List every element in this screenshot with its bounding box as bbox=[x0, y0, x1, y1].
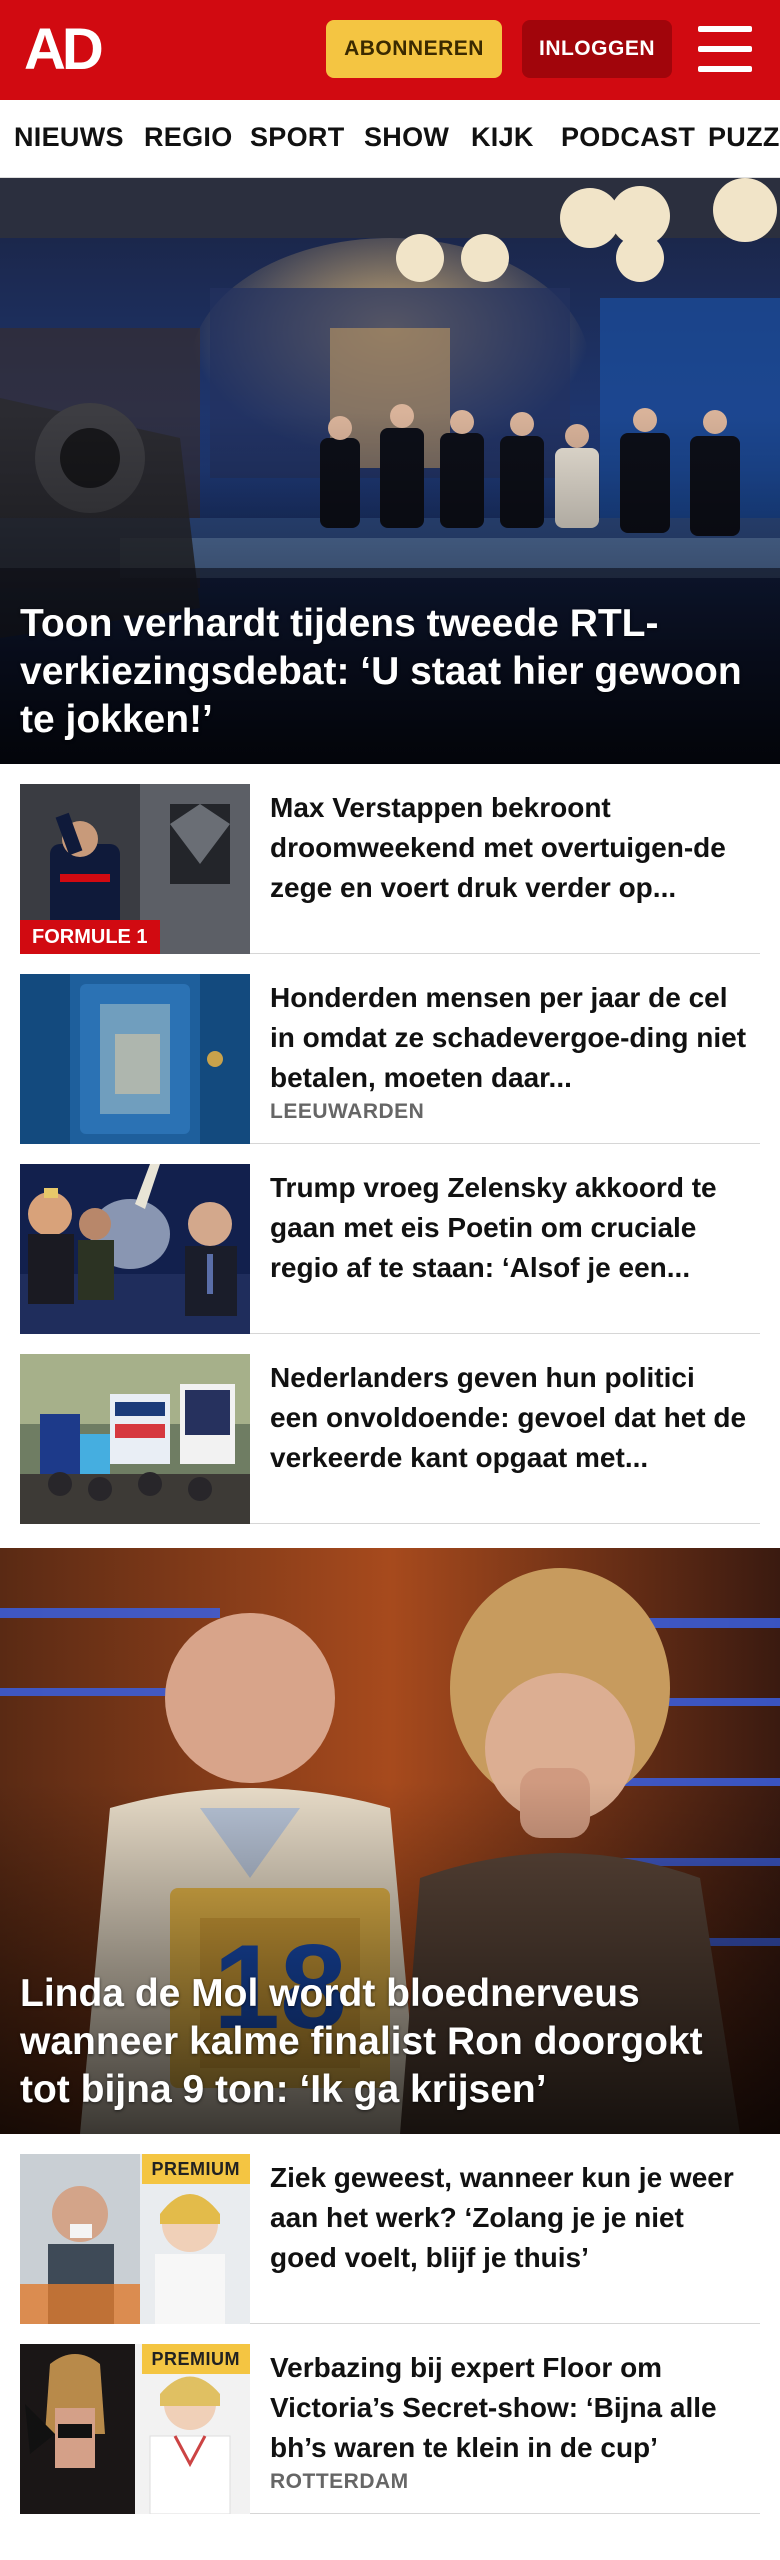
nav-item-sport[interactable]: SPORT bbox=[250, 122, 345, 153]
subscribe-button[interactable]: ABONNEREN bbox=[326, 20, 502, 78]
article-thumbnail: FORMULE 1 bbox=[20, 784, 250, 954]
hamburger-menu-icon[interactable] bbox=[698, 26, 752, 72]
hero-article-linda[interactable]: 18 Linda de Mol wordt bloednerveus wanne… bbox=[0, 1548, 780, 2134]
hero-article-debate[interactable]: Toon verhardt tijdens tweede RTL-verkiez… bbox=[0, 178, 780, 764]
section-nav: NIEUWS REGIO SPORT SHOW KIJK PODCAST PUZ… bbox=[0, 100, 780, 178]
top-header: AD ABONNEREN INLOGGEN bbox=[0, 0, 780, 100]
ad-logo[interactable]: AD bbox=[24, 21, 116, 79]
article-card[interactable]: FORMULE 1 Max Verstappen bekroont droomw… bbox=[20, 764, 760, 954]
article-thumbnail: PREMIUM bbox=[20, 2154, 250, 2324]
article-thumbnail bbox=[20, 1354, 250, 1524]
article-card[interactable]: Trump vroeg Zelensky akkoord te gaan met… bbox=[20, 1144, 760, 1334]
article-title[interactable]: Max Verstappen bekroont droomweekend met… bbox=[270, 788, 750, 908]
nav-item-puzzel[interactable]: PUZZ bbox=[708, 122, 780, 153]
premium-badge: PREMIUM bbox=[141, 2154, 250, 2184]
hero-headline[interactable]: Linda de Mol wordt bloednerveus wanneer … bbox=[20, 1970, 760, 2114]
article-title[interactable]: Trump vroeg Zelensky akkoord te gaan met… bbox=[270, 1168, 750, 1288]
hero-headline[interactable]: Toon verhardt tijdens tweede RTL-verkiez… bbox=[20, 600, 760, 744]
nav-item-show[interactable]: SHOW bbox=[364, 122, 449, 153]
nav-item-podcast[interactable]: PODCAST bbox=[561, 122, 695, 153]
login-button[interactable]: INLOGGEN bbox=[522, 20, 672, 78]
article-card[interactable]: Nederlanders geven hun politici een onvo… bbox=[20, 1334, 760, 1524]
nav-item-regio[interactable]: REGIO bbox=[144, 122, 233, 153]
article-card[interactable]: Honderden mensen per jaar de cel in omda… bbox=[20, 954, 760, 1144]
article-title[interactable]: Verbazing bij expert Floor om Victoria’s… bbox=[270, 2348, 750, 2468]
article-location: LEEUWARDEN bbox=[270, 1100, 425, 1123]
article-thumbnail: PREMIUM bbox=[20, 2344, 250, 2514]
article-location: ROTTERDAM bbox=[270, 2470, 409, 2493]
premium-badge: PREMIUM bbox=[141, 2344, 250, 2374]
article-title[interactable]: Ziek geweest, wanneer kun je weer aan he… bbox=[270, 2158, 750, 2278]
article-title[interactable]: Nederlanders geven hun politici een onvo… bbox=[270, 1358, 750, 1478]
category-tag: FORMULE 1 bbox=[20, 920, 160, 954]
nav-item-kijk[interactable]: KIJK bbox=[471, 122, 534, 153]
article-card[interactable]: PREMIUM Ziek geweest, wanneer kun je wee… bbox=[20, 2134, 760, 2324]
article-title[interactable]: Honderden mensen per jaar de cel in omda… bbox=[270, 978, 750, 1098]
nav-item-nieuws[interactable]: NIEUWS bbox=[14, 122, 124, 153]
article-card[interactable]: PREMIUM Verbazing bij expert Floor om Vi… bbox=[20, 2324, 760, 2514]
article-thumbnail bbox=[20, 974, 250, 1144]
article-thumbnail bbox=[20, 1164, 250, 1334]
